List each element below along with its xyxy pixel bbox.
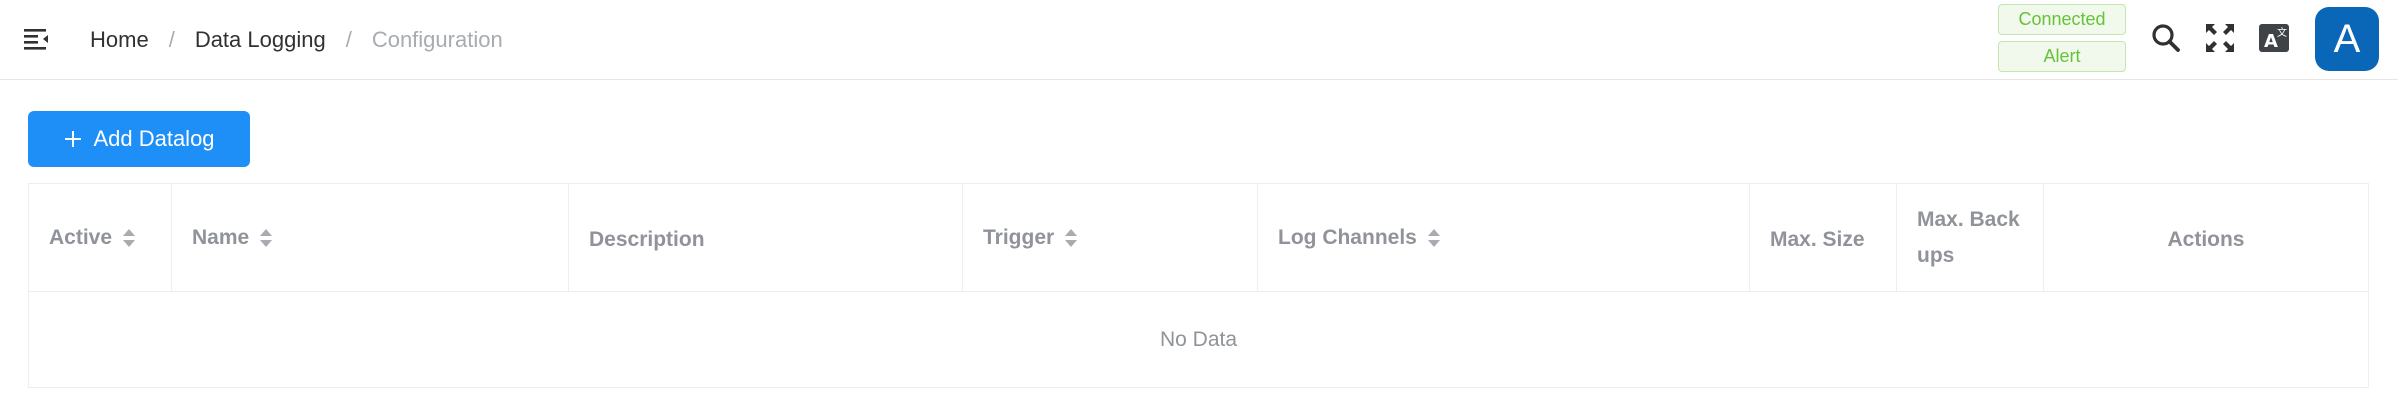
column-header-description: Description: [569, 184, 963, 291]
alert-status-badge[interactable]: Alert: [1998, 41, 2126, 72]
column-header-max-backups: Max. Back ups: [1897, 184, 2044, 291]
svg-text:A: A: [2264, 31, 2278, 52]
datalog-table: Active Name Description Trigger Log Chan…: [28, 183, 2369, 388]
table-header: Active Name Description Trigger Log Chan…: [29, 184, 2368, 292]
column-header-actions: Actions: [2167, 227, 2245, 251]
sort-icon[interactable]: [259, 227, 273, 249]
translate-icon[interactable]: A 文: [2256, 20, 2292, 56]
sort-icon[interactable]: [1064, 227, 1078, 249]
plus-icon: [65, 131, 82, 147]
breadcrumb-data-logging[interactable]: Data Logging: [195, 26, 326, 54]
column-header-log-channels[interactable]: Log Channels: [1258, 184, 1750, 291]
avatar[interactable]: A: [2315, 7, 2379, 71]
status-indicators: Connected Alert: [1998, 4, 2126, 78]
breadcrumb-separator: /: [345, 27, 352, 52]
column-header-trigger[interactable]: Trigger: [963, 184, 1258, 291]
breadcrumb-current: Configuration: [371, 27, 503, 52]
top-header: Home / Data Logging / Configuration Conn…: [0, 0, 2398, 80]
search-icon[interactable]: [2148, 20, 2184, 56]
column-header-max-size: Max. Size: [1750, 184, 1897, 291]
menu-fold-icon[interactable]: [22, 24, 52, 54]
sort-icon[interactable]: [1427, 227, 1441, 249]
column-header-active[interactable]: Active: [29, 184, 172, 291]
sort-icon[interactable]: [122, 227, 136, 249]
svg-text:文: 文: [2277, 26, 2287, 39]
fullscreen-icon[interactable]: [2202, 20, 2238, 56]
breadcrumb: Home / Data Logging / Configuration: [90, 26, 503, 54]
connected-status-badge: Connected: [1998, 4, 2126, 35]
breadcrumb-separator: /: [168, 27, 175, 52]
breadcrumb-home[interactable]: Home: [90, 26, 149, 54]
table-empty-text: No Data: [1159, 328, 1238, 351]
add-datalog-button[interactable]: Add Datalog: [28, 111, 250, 167]
column-header-name[interactable]: Name: [172, 184, 569, 291]
add-datalog-label: Add Datalog: [93, 126, 215, 151]
